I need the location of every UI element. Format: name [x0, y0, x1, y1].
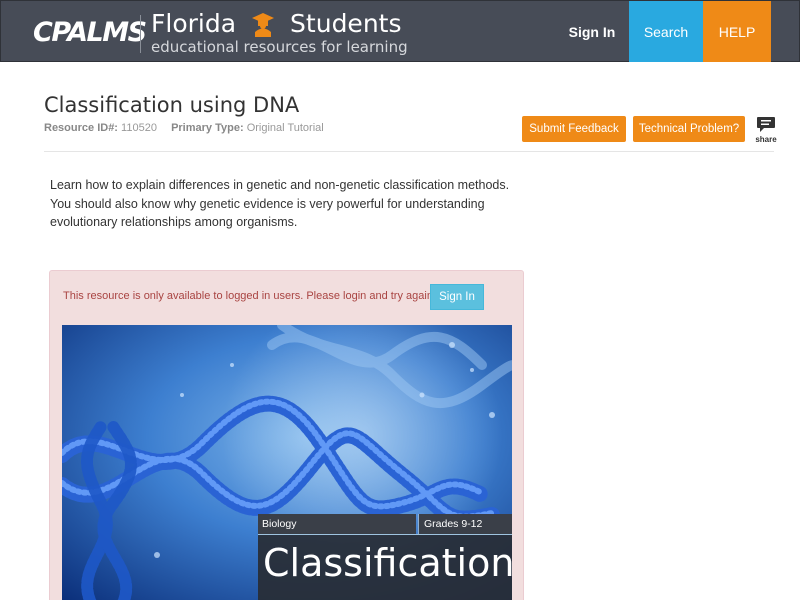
cover-title: Classification [258, 535, 512, 600]
title-divider [44, 151, 774, 152]
share-button[interactable]: share [755, 116, 777, 146]
primary-type-value: Original Tutorial [246, 122, 324, 134]
logo-text: CPALMS [33, 16, 147, 48]
grades-tag: Grades 9-12 [418, 514, 512, 534]
cpalms-logo[interactable]: CPALMS [33, 16, 147, 48]
resource-id-value: 110520 [121, 122, 157, 134]
brand-subtitle: educational resources for learning [151, 38, 408, 56]
nav-help-button[interactable]: HELP [703, 1, 771, 62]
description-line: evolutionary relationships among organis… [50, 215, 298, 229]
resource-id-label: Resource ID#: [44, 122, 118, 134]
nav-signin-link[interactable]: Sign In [554, 1, 630, 62]
alert-message: This resource is only available to logge… [63, 290, 436, 302]
brand-title-right: Students [290, 9, 402, 38]
nav-search-button[interactable]: Search [629, 1, 703, 62]
page-title: Classification using DNA [44, 93, 300, 117]
share-label: share [755, 135, 777, 144]
resource-meta: Resource ID#: 110520 Primary Type: Origi… [44, 122, 324, 134]
top-navigation-bar: CPALMS Florida Students educational reso… [0, 0, 800, 62]
submit-feedback-button[interactable]: Submit Feedback [522, 116, 626, 142]
header-divider [140, 15, 141, 53]
primary-type-label: Primary Type: [171, 122, 244, 134]
resource-description: Learn how to explain differences in gene… [50, 176, 520, 232]
brand-title: Florida Students [151, 9, 402, 38]
tutorial-cover-image: Biology Grades 9-12 Classification [62, 325, 512, 600]
description-line: Learn how to explain differences in gene… [50, 178, 510, 192]
description-line: You should also know why genetic evidenc… [50, 196, 485, 211]
technical-problem-button[interactable]: Technical Problem? [633, 116, 745, 142]
brand-title-left: Florida [151, 9, 237, 38]
alert-signin-button[interactable]: Sign In [430, 284, 484, 310]
subject-tag: Biology [258, 514, 416, 534]
student-graduate-icon [252, 12, 275, 37]
share-speech-bubble-icon [757, 117, 775, 132]
